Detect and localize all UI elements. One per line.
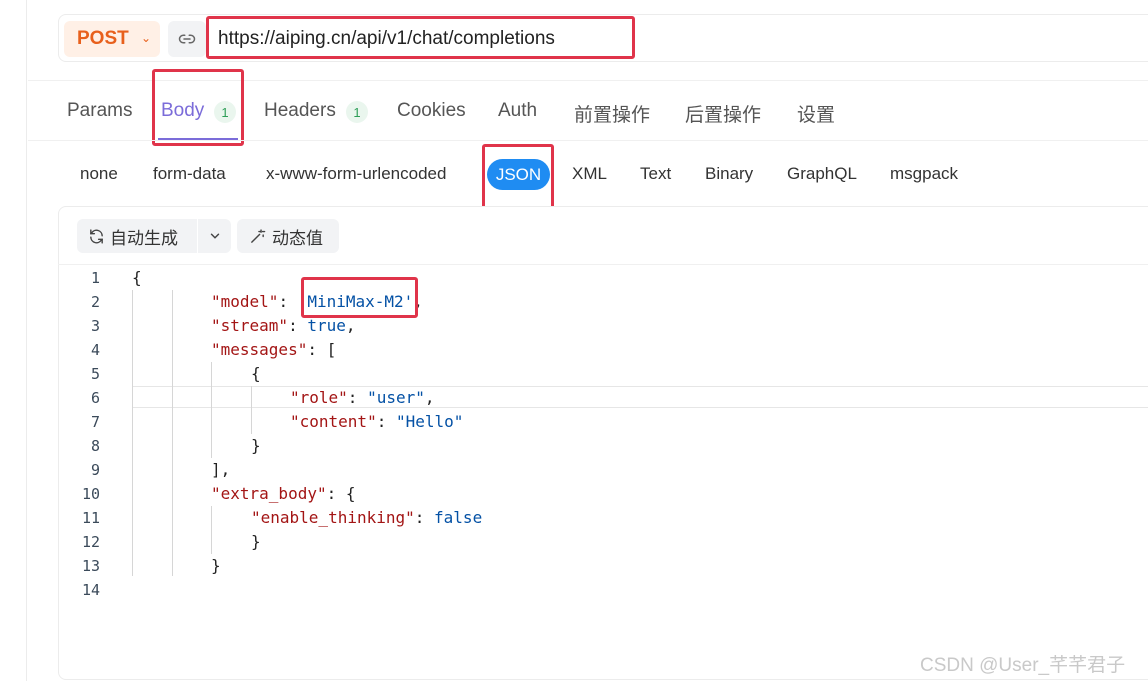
headers-count-badge: 1 bbox=[346, 101, 368, 123]
body-type-json[interactable]: JSON bbox=[487, 159, 550, 190]
url-input[interactable]: https://aiping.cn/api/v1/chat/completion… bbox=[218, 28, 555, 50]
body-type-urlencoded[interactable]: x-www-form-urlencoded bbox=[266, 164, 446, 184]
body-type-xml[interactable]: XML bbox=[572, 164, 607, 184]
indent-guide bbox=[251, 386, 252, 434]
indent-guide bbox=[211, 506, 212, 554]
json-editor[interactable] bbox=[58, 206, 1148, 680]
refresh-icon bbox=[90, 228, 103, 244]
divider bbox=[28, 80, 1148, 81]
line-number: 11 bbox=[81, 509, 100, 527]
tab-settings[interactable]: 设置 bbox=[797, 100, 835, 127]
code-line: } bbox=[251, 532, 261, 551]
chevron-down-icon bbox=[210, 233, 219, 239]
method-label: POST bbox=[77, 28, 129, 49]
body-count-badge: 1 bbox=[214, 101, 236, 123]
line-number: 4 bbox=[90, 341, 100, 359]
indent-guide bbox=[132, 290, 133, 576]
code-line: "enable_thinking": false bbox=[251, 508, 483, 527]
line-number: 5 bbox=[90, 365, 100, 383]
body-type-text[interactable]: Text bbox=[640, 164, 671, 184]
link-icon bbox=[178, 34, 196, 44]
indent-guide bbox=[211, 362, 212, 458]
link-button[interactable] bbox=[168, 21, 206, 57]
auto-generate-label: 自动生成 bbox=[110, 228, 178, 248]
dynamic-value-button[interactable]: 动态值 bbox=[237, 219, 339, 253]
dynamic-value-label: 动态值 bbox=[272, 228, 323, 248]
current-line-highlight bbox=[132, 386, 1148, 408]
magic-wand-icon bbox=[251, 228, 266, 243]
indent-guide bbox=[172, 290, 173, 576]
tab-auth[interactable]: Auth bbox=[498, 100, 537, 122]
line-number: 13 bbox=[81, 557, 100, 575]
body-type-form-data[interactable]: form-data bbox=[153, 164, 226, 184]
watermark: CSDN @User_芊芊君子 bbox=[920, 655, 1126, 676]
tab-cookies[interactable]: Cookies bbox=[397, 100, 466, 122]
tab-headers[interactable]: Headers bbox=[264, 100, 336, 122]
code-line: "model": 'MiniMax-M2', bbox=[211, 292, 423, 311]
line-number: 7 bbox=[90, 413, 100, 431]
code-line: { bbox=[132, 268, 142, 287]
body-type-graphql[interactable]: GraphQL bbox=[787, 164, 857, 184]
line-number: 3 bbox=[90, 317, 100, 335]
divider bbox=[58, 264, 1148, 265]
body-type-msgpack[interactable]: msgpack bbox=[890, 164, 958, 184]
chevron-down-icon: ⌄ bbox=[140, 31, 151, 45]
auto-generate-dropdown[interactable] bbox=[198, 219, 231, 253]
method-select[interactable]: POST ⌄ bbox=[64, 21, 160, 57]
tab-post-processors[interactable]: 后置操作 bbox=[685, 100, 761, 127]
line-number: 1 bbox=[90, 269, 100, 287]
code-line: "role": "user", bbox=[290, 388, 435, 407]
auto-generate-button[interactable]: 自动生成 bbox=[77, 219, 197, 253]
line-number: 8 bbox=[90, 437, 100, 455]
body-type-binary[interactable]: Binary bbox=[705, 164, 753, 184]
tab-pre-processors[interactable]: 前置操作 bbox=[574, 100, 650, 127]
code-line: "messages": [ bbox=[211, 340, 337, 359]
code-line: } bbox=[251, 436, 261, 455]
divider bbox=[28, 140, 1148, 141]
line-number: 6 bbox=[90, 389, 100, 407]
code-line: "stream": true, bbox=[211, 316, 356, 335]
code-line: ], bbox=[211, 460, 231, 479]
left-divider bbox=[26, 0, 27, 681]
line-number: 10 bbox=[81, 485, 100, 503]
line-number: 9 bbox=[90, 461, 100, 479]
line-number: 12 bbox=[81, 533, 100, 551]
body-type-none[interactable]: none bbox=[80, 164, 118, 184]
code-line: "extra_body": { bbox=[211, 484, 356, 503]
tab-params[interactable]: Params bbox=[67, 100, 132, 122]
code-line: } bbox=[211, 556, 221, 575]
code-line: "content": "Hello" bbox=[290, 412, 464, 431]
code-line: { bbox=[251, 364, 261, 383]
line-number: 14 bbox=[81, 581, 100, 599]
line-number: 2 bbox=[90, 293, 100, 311]
tab-body[interactable]: Body bbox=[161, 100, 204, 122]
